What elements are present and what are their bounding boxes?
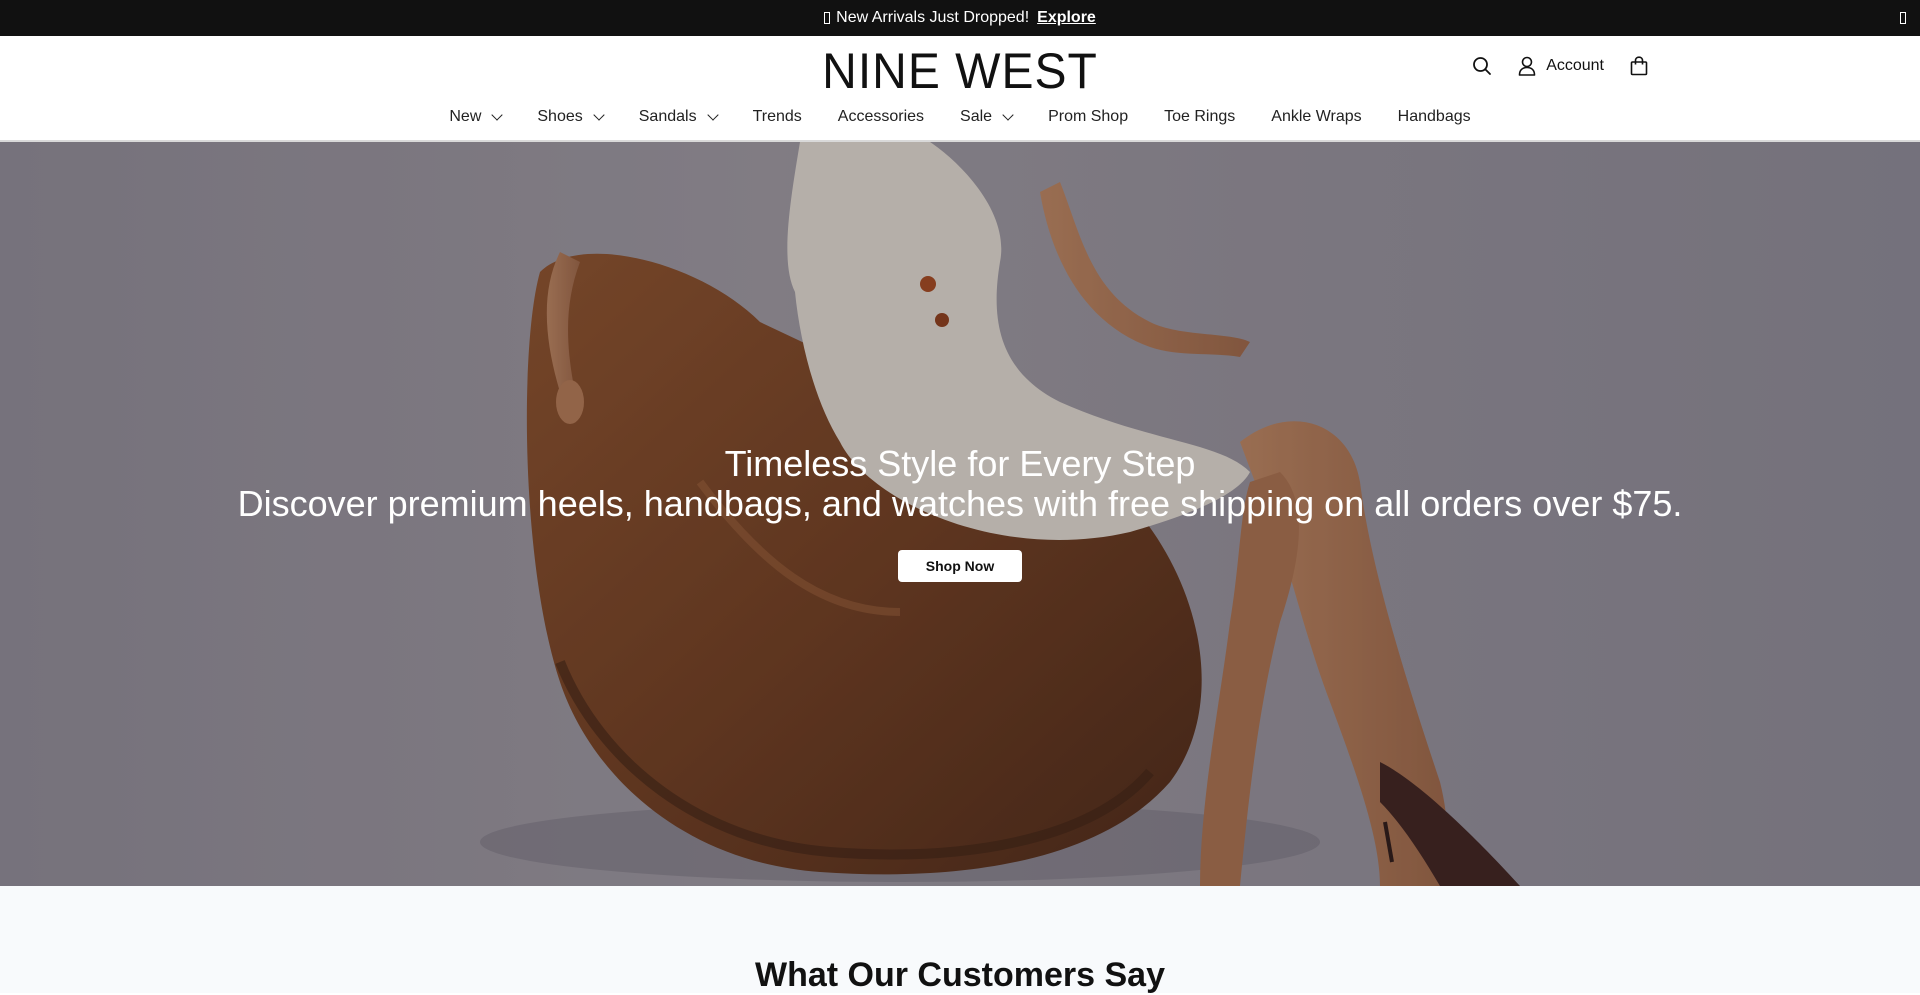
site-header: NINE WEST Account New Shoes Sandals Tren… — [0, 36, 1920, 142]
announcement-bar: New Arrivals Just Dropped! Explore — [0, 0, 1920, 36]
chevron-down-icon — [1002, 109, 1014, 121]
explore-link[interactable]: Explore — [1037, 9, 1096, 27]
close-icon[interactable] — [1900, 12, 1906, 24]
search-button[interactable] — [1472, 56, 1492, 76]
search-icon — [1473, 57, 1492, 75]
nav-item-accessories[interactable]: Accessories — [838, 108, 924, 126]
hero-banner: Timeless Style for Every Step Discover p… — [0, 142, 1920, 886]
account-label: Account — [1546, 57, 1604, 74]
hero-title: Timeless Style for Every Step — [724, 443, 1196, 484]
nav-item-ankle-wraps[interactable]: Ankle Wraps — [1271, 108, 1361, 126]
hero-subtitle: Discover premium heels, handbags, and wa… — [237, 483, 1683, 524]
hero-content: Timeless Style for Every Step Discover p… — [0, 444, 1920, 582]
utility-nav: Account — [1472, 56, 1648, 76]
nav-item-prom-shop[interactable]: Prom Shop — [1048, 108, 1128, 126]
account-button[interactable]: Account — [1518, 56, 1604, 76]
chevron-down-icon — [706, 109, 719, 121]
nav-item-trends[interactable]: Trends — [753, 108, 802, 126]
shop-now-button[interactable]: Shop Now — [897, 550, 1023, 582]
testimonials-section: What Our Customers Say — [0, 886, 1920, 994]
sparkle-icon — [824, 12, 831, 24]
nav-item-handbags[interactable]: Handbags — [1398, 108, 1471, 126]
user-icon — [1518, 56, 1536, 76]
nav-item-new[interactable]: New — [449, 108, 504, 126]
nav-item-sandals[interactable]: Sandals — [639, 108, 719, 126]
chevron-down-icon — [593, 109, 605, 121]
testimonials-heading: What Our Customers Say — [755, 956, 1165, 994]
nav-item-toe-rings[interactable]: Toe Rings — [1164, 108, 1235, 126]
main-nav: New Shoes Sandals Trends Accessories Sal… — [0, 108, 1920, 126]
cart-button[interactable] — [1630, 56, 1648, 76]
nav-item-shoes[interactable]: Shoes — [537, 108, 605, 126]
bag-icon — [1630, 56, 1648, 76]
chevron-down-icon — [491, 109, 504, 121]
announcement-message: New Arrivals Just Dropped! — [836, 9, 1030, 26]
nav-item-sale[interactable]: Sale — [960, 108, 1014, 126]
